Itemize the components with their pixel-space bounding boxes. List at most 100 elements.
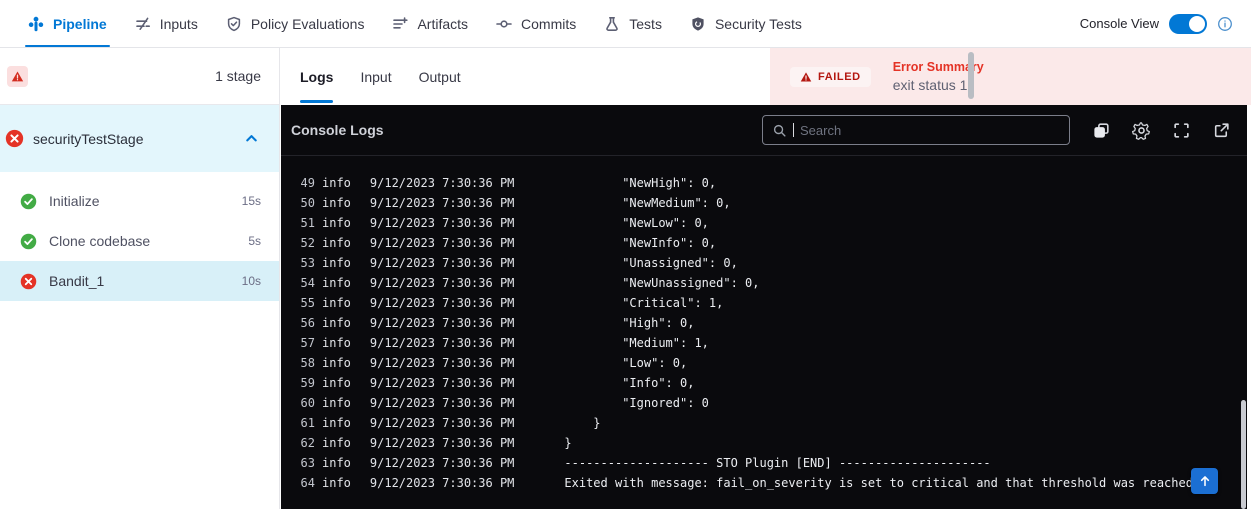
warning-badge[interactable] [7,66,28,87]
settings-gear-icon[interactable] [1132,121,1151,140]
log-timestamp: 9/12/2023 7:30:36 PM [370,233,515,253]
log-level: info [322,213,351,233]
info-icon[interactable] [1217,16,1233,32]
log-line-number: 62 [281,433,315,453]
inputs-icon [135,16,151,32]
log-message: "Info": 0, [564,373,694,393]
scroll-to-top-button[interactable] [1191,468,1218,494]
log-line-number: 58 [281,353,315,373]
step-duration: 5s [248,234,261,248]
log-message: } [564,433,571,453]
fullscreen-icon[interactable] [1172,121,1191,140]
security-tests-icon [690,16,706,32]
tab-commits[interactable]: Commits [496,0,576,47]
step-duration: 10s [242,274,261,288]
log-timestamp: 9/12/2023 7:30:36 PM [370,393,515,413]
log-line: 62 info 9/12/2023 7:30:36 PM} [281,433,1247,453]
log-search-box[interactable] [762,115,1070,145]
error-strip-scrollbar[interactable] [968,52,974,99]
log-line: 60 info 9/12/2023 7:30:36 PM "Ignored": 0 [281,393,1247,413]
console-view-toggle[interactable] [1169,14,1207,34]
step-name: Bandit_1 [49,273,104,289]
log-line: 57info9/12/2023 7:30:36 PM "Medium": 1, [281,333,1247,353]
log-timestamp: 9/12/2023 7:30:36 PM [370,193,515,213]
log-line-number: 53 [281,253,315,273]
tab-input[interactable]: Input [360,48,391,105]
stage-row-securityteststage[interactable]: securityTestStage [0,105,279,172]
console-header: Console Logs [281,105,1247,156]
log-level: info [322,433,351,453]
log-message: "NewHigh": 0, [564,173,716,193]
search-input[interactable] [800,123,1060,138]
text-caret [793,123,794,137]
log-level: info [322,233,351,253]
tests-icon [604,16,620,32]
log-message: "NewInfo": 0, [564,233,716,253]
log-line-number: 61 [281,413,315,433]
step-initialize[interactable]: Initialize 15s [0,181,279,221]
log-message: "NewUnassigned": 0, [564,273,759,293]
log-line-number: 57 [281,333,315,353]
tab-security-tests[interactable]: Security Tests [690,0,802,47]
tab-label: Input [360,69,391,85]
tab-output[interactable]: Output [419,48,461,105]
stage-count-label: 1 stage [215,68,261,84]
log-timestamp: 9/12/2023 7:30:36 PM [370,453,515,473]
tab-inputs[interactable]: Inputs [135,0,198,47]
log-line: 59info9/12/2023 7:30:36 PM "Info": 0, [281,373,1247,393]
log-lines: 49 info 9/12/2023 7:30:36 PM "NewHigh": 0,… [281,156,1247,493]
log-timestamp: 9/12/2023 7:30:36 PM [370,313,515,333]
log-level: info [322,413,351,433]
open-in-new-icon[interactable] [1212,121,1231,140]
log-line: 64info9/12/2023 7:30:36 PMExited with me… [281,473,1247,493]
nav-item-label: Policy Evaluations [251,16,365,32]
log-message: "NewLow": 0, [564,213,709,233]
tab-logs[interactable]: Logs [300,48,333,105]
sidebar-header: 1 stage [0,48,279,105]
log-line-number: 60 [281,393,315,413]
step-clone-codebase[interactable]: Clone codebase 5s [0,221,279,261]
log-line-number: 55 [281,293,315,313]
failed-badge: FAILED [790,67,871,87]
tab-tests[interactable]: Tests [604,0,662,47]
step-bandit-1[interactable]: Bandit_1 10s [0,261,279,301]
step-list: Initialize 15s Clone codebase 5s Bandit_… [0,172,279,301]
commits-icon [496,16,512,32]
copy-icon[interactable] [1092,121,1111,140]
log-timestamp: 9/12/2023 7:30:36 PM [370,373,515,393]
nav-item-label: Pipeline [53,16,107,32]
tab-policy-evaluations[interactable]: Policy Evaluations [226,0,365,47]
log-message: "Ignored": 0 [564,393,709,413]
log-timestamp: 9/12/2023 7:30:36 PM [370,433,515,453]
tab-pipeline[interactable]: Pipeline [28,0,107,47]
nav-item-label: Tests [629,16,662,32]
nav-item-label: Artifacts [417,16,468,32]
success-status-icon [20,193,37,210]
log-line: 52 info 9/12/2023 7:30:36 PM "NewInfo": 0, [281,233,1247,253]
log-level: info [322,293,351,313]
log-level: info [322,393,351,413]
log-level: info [322,273,351,293]
step-name: Initialize [49,193,100,209]
log-line-number: 52 [281,233,315,253]
tab-artifacts[interactable]: Artifacts [392,0,468,47]
chevron-up-icon[interactable] [244,131,259,146]
log-message: -------------------- STO Plugin [END] --… [564,453,990,473]
detail-tabs: Logs Input Output [281,48,770,105]
log-level: info [322,193,351,213]
log-message: "Unassigned": 0, [564,253,737,273]
log-level: info [322,313,351,333]
console-scrollbar-thumb[interactable] [1241,400,1246,509]
log-line: 53info9/12/2023 7:30:36 PM "Unassigned":… [281,253,1247,273]
console-logs-panel: Console Logs [281,105,1247,509]
log-message: } [564,413,600,433]
log-line-number: 51 [281,213,315,233]
log-message: "Critical": 1, [564,293,723,313]
log-line-number: 63 [281,453,315,473]
log-line-number: 49 [281,173,315,193]
log-line: 51info9/12/2023 7:30:36 PM "NewLow": 0, [281,213,1247,233]
console-title: Console Logs [291,122,384,138]
log-level: info [322,353,351,373]
success-status-icon [20,233,37,250]
log-message: "Medium": 1, [564,333,709,353]
